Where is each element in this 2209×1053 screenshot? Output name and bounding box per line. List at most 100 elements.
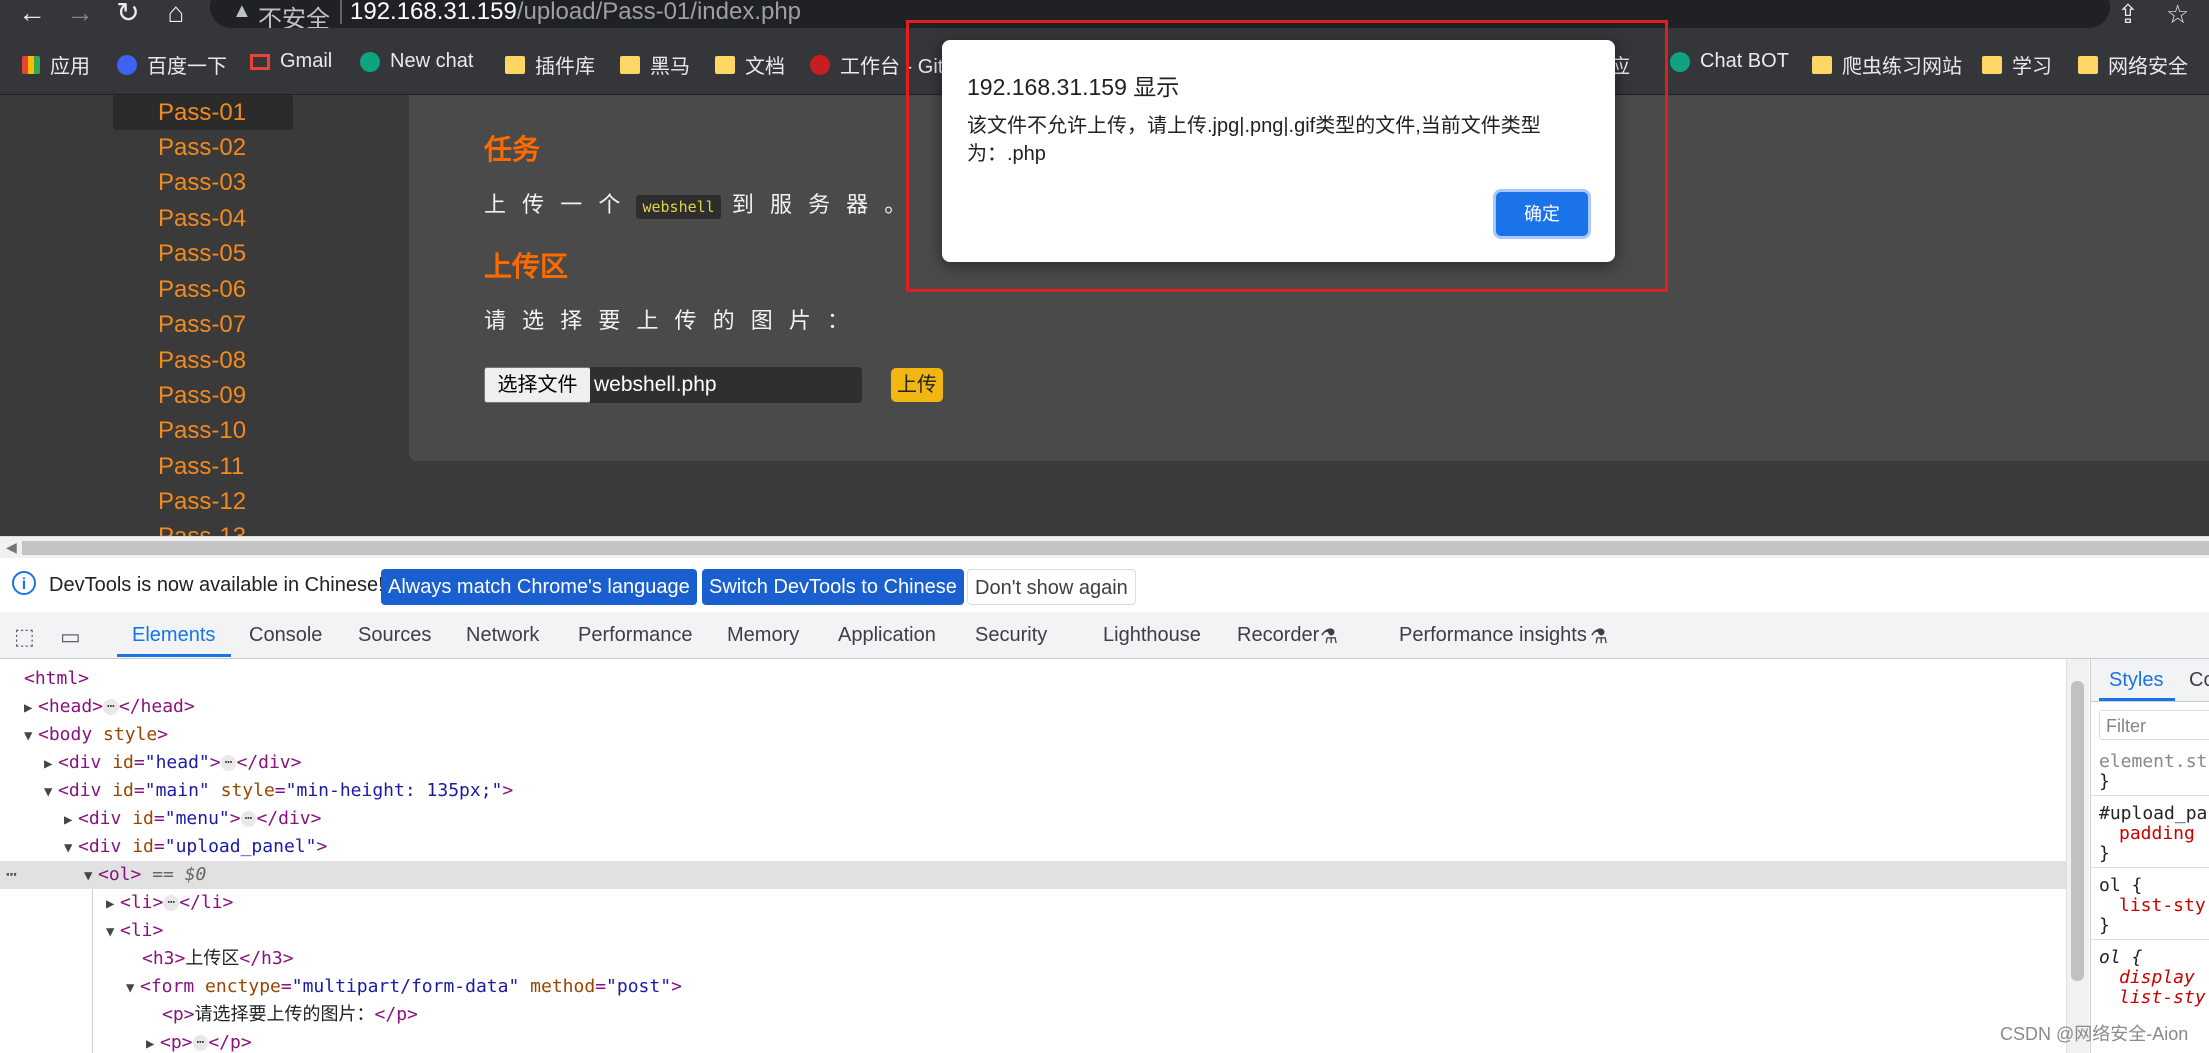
style-prop-list-style[interactable]: list-sty	[2119, 987, 2206, 1008]
tab-performance-insights[interactable]: Performance insights	[1399, 624, 1587, 647]
bookmark-heima[interactable]: 黑马	[620, 50, 690, 79]
more-actions-icon[interactable]: ⋯	[6, 861, 17, 889]
match-language-button[interactable]: Always match Chrome's language	[381, 569, 697, 605]
expand-triangle-icon[interactable]: ▶	[146, 1030, 160, 1053]
dom-node-li-1[interactable]: ▶ <li> ⋯ </li>	[106, 889, 233, 917]
tab-computed[interactable]: Co	[2189, 669, 2209, 692]
bookmark-apps[interactable]: 应用	[22, 50, 90, 79]
dom-node-h3[interactable]: <h3>上传区</h3>	[142, 945, 294, 973]
dom-node-ol-selected[interactable]: ⋯ ▼ <ol> == $0	[0, 861, 2066, 889]
dom-node-head[interactable]: ▶ <head> ⋯ </head>	[24, 693, 195, 721]
style-prop-padding[interactable]: padding	[2119, 823, 2195, 844]
menu-item-pass-03[interactable]: Pass-03	[113, 165, 293, 200]
scroll-left-arrow-icon[interactable]: ◀	[6, 539, 17, 556]
alert-ok-button[interactable]: 确定	[1496, 192, 1588, 236]
scrollbar-thumb[interactable]	[22, 541, 2209, 555]
expand-triangle-icon[interactable]: ▶	[106, 890, 120, 918]
switch-to-chinese-button[interactable]: Switch DevTools to Chinese	[702, 569, 964, 605]
ellipsis-icon[interactable]: ⋯	[240, 811, 257, 827]
bookmark-plugins[interactable]: 插件库	[505, 50, 595, 79]
menu-item-pass-06[interactable]: Pass-06	[113, 272, 293, 307]
scrollbar-thumb[interactable]	[2071, 681, 2084, 981]
menu-item-pass-11[interactable]: Pass-11	[113, 449, 293, 484]
tab-memory[interactable]: Memory	[727, 624, 799, 647]
bookmark-baidu[interactable]: 百度一下	[117, 50, 227, 79]
menu-item-pass-13[interactable]: Pass-13	[113, 519, 293, 536]
collapse-triangle-icon[interactable]: ▼	[64, 834, 78, 862]
back-arrow-icon[interactable]: ←	[14, 0, 50, 28]
dom-node-div-upload-panel[interactable]: ▼ <div id="upload_panel">	[64, 833, 327, 861]
dom-node-body[interactable]: ▼ <body style>	[24, 721, 168, 749]
bookmark-docs[interactable]: 文档	[715, 50, 785, 79]
bookmark-chat-bot[interactable]: Chat BOT	[1670, 50, 1789, 73]
tab-security[interactable]: Security	[975, 624, 1047, 647]
home-icon[interactable]: ⌂	[158, 0, 194, 28]
ellipsis-icon[interactable]: ⋯	[220, 755, 237, 771]
collapse-triangle-icon[interactable]: ▼	[106, 918, 120, 946]
tab-application[interactable]: Application	[838, 624, 936, 647]
ellipsis-icon[interactable]: ⋯	[103, 699, 119, 715]
tab-network[interactable]: Network	[466, 624, 539, 647]
elements-vertical-scrollbar[interactable]	[2066, 659, 2089, 1053]
menu-item-pass-10[interactable]: Pass-10	[113, 413, 293, 448]
tab-styles[interactable]: Styles	[2109, 669, 2163, 692]
horizontal-scrollbar[interactable]: ◀	[0, 536, 2209, 559]
collapse-triangle-icon[interactable]: ▼	[84, 862, 98, 890]
reload-icon[interactable]: ↻	[110, 0, 146, 28]
inspect-element-icon[interactable]: ⬚	[14, 624, 35, 650]
dom-node-div-main[interactable]: ▼ <div id="main" style="min-height: 135px…	[44, 777, 513, 805]
menu-item-pass-05[interactable]: Pass-05	[113, 236, 293, 271]
tab-elements[interactable]: Elements	[132, 624, 215, 647]
dom-node-div-head[interactable]: ▶ <div id="head"> ⋯ </div>	[44, 749, 301, 777]
expand-triangle-icon[interactable]: ▶	[24, 694, 38, 722]
ellipsis-icon[interactable]: ⋯	[192, 1035, 209, 1051]
menu-item-pass-12[interactable]: Pass-12	[113, 484, 293, 519]
ellipsis-icon[interactable]: ⋯	[163, 895, 180, 911]
tab-console[interactable]: Console	[249, 624, 322, 647]
dom-node-div-menu[interactable]: ▶ <div id="menu"> ⋯ </div>	[64, 805, 321, 833]
dom-node-p-2[interactable]: ▶ <p> ⋯ </p>	[146, 1029, 252, 1053]
url-text[interactable]: 192.168.31.159/upload/Pass-01/index.php	[350, 0, 801, 26]
tab-performance[interactable]: Performance	[578, 624, 693, 647]
dont-show-again-button[interactable]: Don't show again	[967, 569, 1136, 605]
bookmark-star-icon[interactable]: ☆	[2166, 0, 2189, 28]
bookmark-gmail[interactable]: Gmail	[250, 50, 332, 73]
tab-lighthouse[interactable]: Lighthouse	[1103, 624, 1201, 647]
choose-file-button[interactable]: 选择文件	[484, 367, 591, 403]
collapse-triangle-icon[interactable]: ▼	[44, 778, 58, 806]
menu-item-pass-04[interactable]: Pass-04	[113, 201, 293, 236]
style-rule-ol[interactable]: ol {	[2099, 875, 2142, 896]
dom-node-html[interactable]: <html>	[24, 665, 89, 693]
style-rule-upload-panel[interactable]: #upload_pa	[2099, 803, 2207, 824]
dom-node-p-1[interactable]: <p>请选择要上传的图片：</p>	[162, 1001, 418, 1029]
collapse-triangle-icon[interactable]: ▼	[24, 722, 38, 750]
forward-arrow-icon[interactable]: →	[62, 0, 98, 28]
dom-node-form[interactable]: ▼ <form enctype="multipart/form-data" met…	[126, 973, 682, 1001]
tag-p-close: </p>	[374, 1004, 418, 1025]
styles-filter-input[interactable]: Filter	[2099, 710, 2209, 740]
menu-item-pass-02[interactable]: Pass-02	[113, 130, 293, 165]
bookmark-new-chat[interactable]: New chat	[360, 50, 473, 73]
collapse-triangle-icon[interactable]: ▼	[126, 974, 140, 1002]
tab-sources[interactable]: Sources	[358, 624, 431, 647]
device-toolbar-icon[interactable]: ▭	[60, 624, 81, 650]
expand-triangle-icon[interactable]: ▶	[64, 806, 78, 834]
style-prop-list-style[interactable]: list-sty	[2119, 895, 2206, 916]
menu-item-pass-09[interactable]: Pass-09	[113, 378, 293, 413]
bookmark-netsec[interactable]: 网络安全	[2078, 50, 2188, 79]
expand-triangle-icon[interactable]: ▶	[44, 750, 58, 778]
menu-item-pass-07[interactable]: Pass-07	[113, 307, 293, 342]
dom-node-li-2[interactable]: ▼ <li>	[106, 917, 163, 945]
style-rule-element[interactable]: element.st	[2099, 751, 2207, 772]
tab-recorder[interactable]: Recorder	[1237, 624, 1319, 647]
bookmark-study[interactable]: 学习	[1982, 50, 2052, 79]
style-prop-display[interactable]: display	[2119, 967, 2195, 988]
bookmark-crawler[interactable]: 爬虫练习网站	[1812, 50, 1962, 79]
style-rule-ol-ua[interactable]: ol {	[2099, 947, 2142, 968]
share-icon[interactable]: ⇪	[2117, 0, 2139, 28]
attr-value: "post"	[606, 976, 672, 997]
upload-button[interactable]: 上传	[891, 368, 943, 402]
menu-item-pass-08[interactable]: Pass-08	[113, 343, 293, 378]
menu-item-pass-01[interactable]: Pass-01	[113, 95, 293, 130]
tag-h3-open: <h3>	[142, 948, 186, 969]
